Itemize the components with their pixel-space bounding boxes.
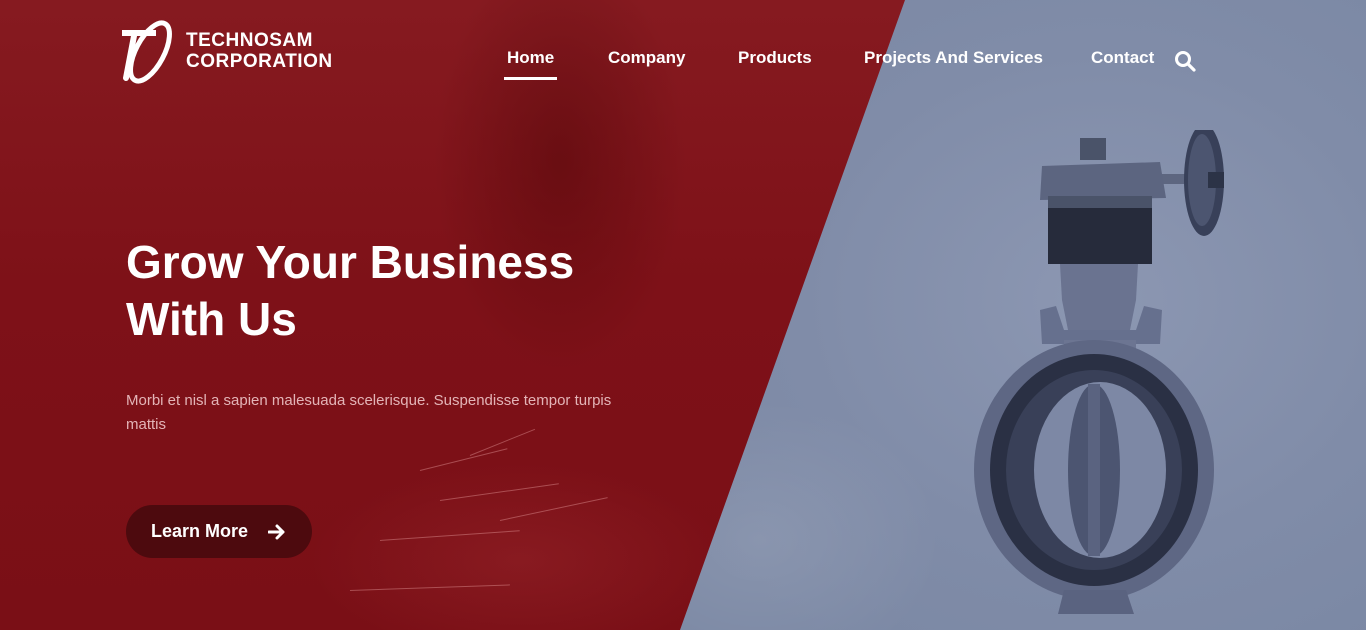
hero-headline-line1: Grow Your Business (126, 236, 575, 288)
butterfly-valve-image (974, 130, 1224, 614)
search-icon[interactable] (1174, 50, 1196, 72)
brand-logo[interactable]: TECHNOSAM CORPORATION (120, 16, 333, 86)
hero-headline-line2: With Us (126, 293, 297, 345)
brand-name: TECHNOSAM CORPORATION (186, 30, 333, 72)
hero-headline: Grow Your Business With Us (126, 234, 686, 348)
nav-item-company[interactable]: Company (608, 48, 685, 68)
nav-item-home[interactable]: Home (503, 48, 558, 80)
brand-name-line2: CORPORATION (186, 51, 333, 72)
nav-item-contact[interactable]: Contact (1091, 48, 1154, 68)
nav-item-projects-and-services[interactable]: Projects And Services (864, 48, 1043, 68)
brand-name-line1: TECHNOSAM (186, 30, 313, 51)
logo-mark-icon (122, 20, 172, 84)
learn-more-label: Learn More (151, 521, 249, 541)
hero-section: TECHNOSAM CORPORATION Home Company Produ… (0, 0, 1366, 630)
nav-item-products[interactable]: Products (738, 48, 812, 68)
arrow-right-icon (268, 524, 285, 539)
hero-subtext: Morbi et nisl a sapien malesuada sceleri… (126, 392, 612, 433)
learn-more-button[interactable]: Learn More (126, 505, 312, 558)
